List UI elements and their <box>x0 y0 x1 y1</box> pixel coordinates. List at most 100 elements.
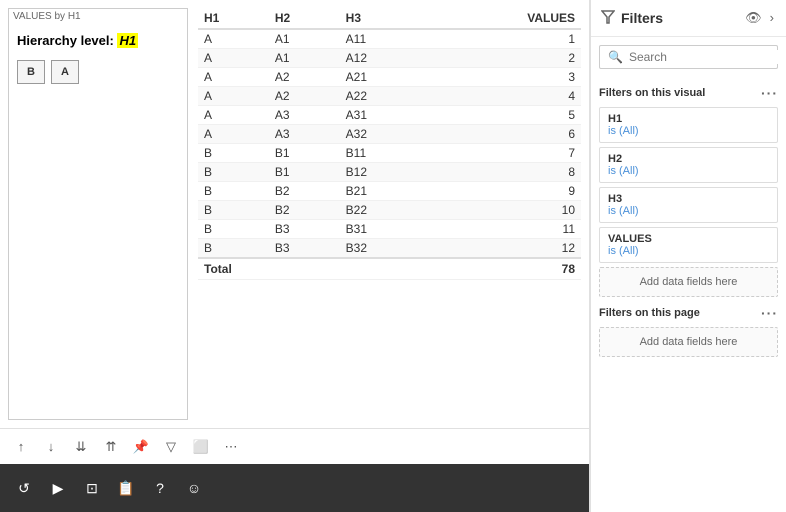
nav-up-icon[interactable]: ↑ <box>8 434 34 460</box>
nav-pin-icon[interactable]: 📌 <box>128 434 154 460</box>
cell-h3: B32 <box>340 239 426 259</box>
nav-filter-icon[interactable]: ▽ <box>158 434 184 460</box>
cell-values: 11 <box>426 220 581 239</box>
cell-h1: A <box>198 49 269 68</box>
cell-h1: A <box>198 106 269 125</box>
cell-h1: B <box>198 163 269 182</box>
reset-icon[interactable]: ↺ <box>10 474 38 502</box>
cell-values: 9 <box>426 182 581 201</box>
table-row: A A3 A32 6 <box>198 125 581 144</box>
cell-h1: B <box>198 201 269 220</box>
cell-h2: B2 <box>269 201 340 220</box>
col-header-values: VALUES <box>426 8 581 29</box>
table-row: A A1 A11 1 <box>198 29 581 49</box>
filter-item-value: is (All) <box>608 165 769 177</box>
visual-section-more[interactable]: ··· <box>761 85 778 101</box>
help-icon[interactable]: ? <box>146 474 174 502</box>
filters-panel: Filters 👁 › 🔍 Filters on this visual ···… <box>590 0 786 512</box>
play-icon[interactable]: ▶ <box>44 474 72 502</box>
filter-item[interactable]: H3 is (All) <box>599 187 778 223</box>
nav-more-icon[interactable]: ⋯ <box>218 434 244 460</box>
table-row: B B1 B12 8 <box>198 163 581 182</box>
table-row: A A2 A22 4 <box>198 87 581 106</box>
filter-funnel-icon <box>601 10 615 27</box>
table-row: A A3 A31 5 <box>198 106 581 125</box>
nav-toolbar: ↑ ↓ ⇊ ⇈ 📌 ▽ ⬜ ⋯ <box>0 428 589 464</box>
nav-down-icon[interactable]: ↓ <box>38 434 64 460</box>
cell-values: 4 <box>426 87 581 106</box>
add-fields-page-btn[interactable]: Add data fields here <box>599 327 778 357</box>
cell-h2: B3 <box>269 220 340 239</box>
chart-title: VALUES by H1 <box>13 11 81 22</box>
chevron-right-icon[interactable]: › <box>768 8 776 28</box>
cell-h3: B11 <box>340 144 426 163</box>
cell-h2: A2 <box>269 87 340 106</box>
export-icon[interactable]: 📋 <box>112 474 140 502</box>
filter-item[interactable]: VALUES is (All) <box>599 227 778 263</box>
cell-h3: A21 <box>340 68 426 87</box>
filters-on-page-label: Filters on this page ··· <box>599 305 778 321</box>
filter-button-a[interactable]: A <box>51 60 79 84</box>
cell-values: 6 <box>426 125 581 144</box>
focus-icon[interactable]: ⊡ <box>78 474 106 502</box>
cell-h2: A1 <box>269 29 340 49</box>
nav-expand-icon[interactable]: ⬜ <box>188 434 214 460</box>
left-panel: VALUES by H1 Hierarchy level: H1 B A <box>8 8 188 420</box>
cell-h1: A <box>198 87 269 106</box>
feedback-icon[interactable]: ☺ <box>180 474 208 502</box>
filter-item-name: H1 <box>608 113 769 125</box>
cell-h3: B22 <box>340 201 426 220</box>
cell-h2: B3 <box>269 239 340 259</box>
cell-h1: A <box>198 68 269 87</box>
cell-h3: B31 <box>340 220 426 239</box>
cell-h1: A <box>198 125 269 144</box>
cell-h2: B1 <box>269 163 340 182</box>
cell-values: 3 <box>426 68 581 87</box>
cell-h3: A11 <box>340 29 426 49</box>
main-area: VALUES by H1 Hierarchy level: H1 B A H1 … <box>0 0 590 512</box>
filter-item-name: VALUES <box>608 233 769 245</box>
cell-h2: A3 <box>269 125 340 144</box>
cell-h2: A1 <box>269 49 340 68</box>
cell-h1: A <box>198 29 269 49</box>
data-table: H1 H2 H3 VALUES A A1 A11 1 A A1 A 12 2 A … <box>198 8 581 280</box>
visual-container: VALUES by H1 Hierarchy level: H1 B A H1 … <box>0 0 589 428</box>
cell-h2: A3 <box>269 106 340 125</box>
search-box[interactable]: 🔍 <box>599 45 778 69</box>
filter-button-b[interactable]: B <box>17 60 45 84</box>
col-header-h1: H1 <box>198 8 269 29</box>
page-section-more[interactable]: ··· <box>761 305 778 321</box>
search-input[interactable] <box>629 50 784 64</box>
filter-item[interactable]: H2 is (All) <box>599 147 778 183</box>
cell-values: 10 <box>426 201 581 220</box>
cell-h1: B <box>198 239 269 259</box>
col-header-h2: H2 <box>269 8 340 29</box>
table-row: B B3 B32 12 <box>198 239 581 259</box>
cell-h3: A32 <box>340 125 426 144</box>
nav-collapse-icon[interactable]: ⇈ <box>98 434 124 460</box>
filter-item-value: is (All) <box>608 245 769 257</box>
table-row: B B1 B11 7 <box>198 144 581 163</box>
button-group: B A <box>17 60 179 84</box>
cell-h1: B <box>198 220 269 239</box>
table-row: A A1 A12 2 <box>198 49 581 68</box>
cell-values: 8 <box>426 163 581 182</box>
cell-values: 2 <box>426 49 581 68</box>
cell-h1: B <box>198 144 269 163</box>
col-header-h3: H3 <box>340 8 426 29</box>
visibility-icon[interactable]: 👁 <box>743 8 764 28</box>
cell-h3: B21 <box>340 182 426 201</box>
add-fields-visual-btn[interactable]: Add data fields here <box>599 267 778 297</box>
bottom-toolbar: ↺ ▶ ⊡ 📋 ? ☺ <box>0 464 589 512</box>
filters-header: Filters 👁 › <box>591 0 786 37</box>
filters-content: Filters on this visual ··· H1 is (All) H… <box>591 77 786 512</box>
filter-item-value: is (All) <box>608 125 769 137</box>
nav-expand-all-icon[interactable]: ⇊ <box>68 434 94 460</box>
cell-h3: A31 <box>340 106 426 125</box>
cell-values: 12 <box>426 239 581 259</box>
table-row: B B3 B31 11 <box>198 220 581 239</box>
filter-item[interactable]: H1 is (All) <box>599 107 778 143</box>
cell-values: 7 <box>426 144 581 163</box>
table-row: A A2 A21 3 <box>198 68 581 87</box>
cell-h1: B <box>198 182 269 201</box>
